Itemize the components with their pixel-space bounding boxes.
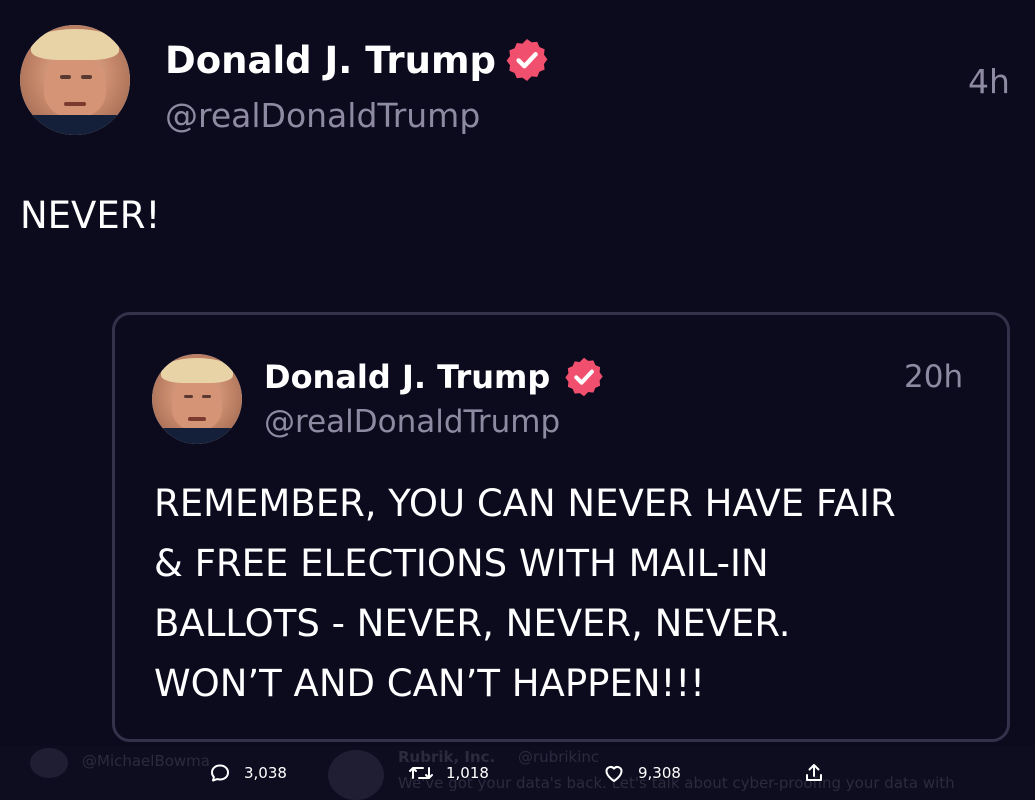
avatar-eye-left [59,74,71,79]
avatar-mouth [64,102,86,107]
share-button[interactable] [802,760,838,786]
quoted-tweet-text-line: BALLOTS - NEVER, NEVER, NEVER. [154,602,791,645]
avatar-mouth [188,417,206,421]
author-name[interactable]: Donald J. Trump [165,38,496,84]
like-count: 9,308 [638,764,681,782]
avatar-shirt [152,427,242,444]
avatar-face [44,53,106,118]
tweet-timestamp[interactable]: 4h [968,62,1010,102]
avatar-eye-right [80,74,92,79]
ad-avatar [328,750,384,800]
reply-count: 3,038 [244,764,287,782]
quoted-tweet-text-line: REMEMBER, YOU CAN NEVER HAVE FAIR [154,482,896,525]
feed-avatar [30,748,68,778]
quoted-tweet-text-line: & FREE ELECTIONS WITH MAIL-IN [154,542,769,585]
feed-user-handle: @MichaelBowma [82,752,210,770]
retweet-button[interactable]: 1,018 [408,760,489,786]
quoted-author-handle[interactable]: @realDonaldTrump [264,403,560,441]
like-button[interactable]: 9,308 [602,760,681,786]
quoted-author-name[interactable]: Donald J. Trump [264,357,550,397]
avatar-eye-right [201,394,211,399]
heart-icon [605,766,623,782]
verified-badge-icon [503,36,551,84]
retweet-count: 1,018 [446,764,489,782]
author-avatar[interactable] [20,25,130,135]
retweet-icon [409,767,433,779]
quoted-tweet-text-line: WON’T AND CAN’T HAPPEN!!! [154,662,706,705]
verified-badge-icon [562,355,606,399]
tweet-view: { "tweet": { "author_name": "Donald J. T… [0,0,1035,800]
avatar-hair [31,29,119,61]
reply-button[interactable]: 3,038 [208,760,287,786]
avatar-hair [161,357,233,383]
quoted-tweet-text: REMEMBER, YOU CAN NEVER HAVE FAIR & FREE… [154,474,984,714]
avatar-shirt [20,115,130,135]
quoted-tweet-timestamp[interactable]: 20h [904,358,963,396]
author-handle[interactable]: @realDonaldTrump [165,96,480,136]
quoted-author-avatar[interactable] [152,354,242,444]
share-icon [806,764,822,781]
tweet-text: NEVER! [20,194,161,237]
ad-account-handle: @rubrikinc [518,748,600,766]
reply-icon [211,764,229,782]
avatar-eye-left [184,394,194,399]
avatar-face [171,377,223,430]
